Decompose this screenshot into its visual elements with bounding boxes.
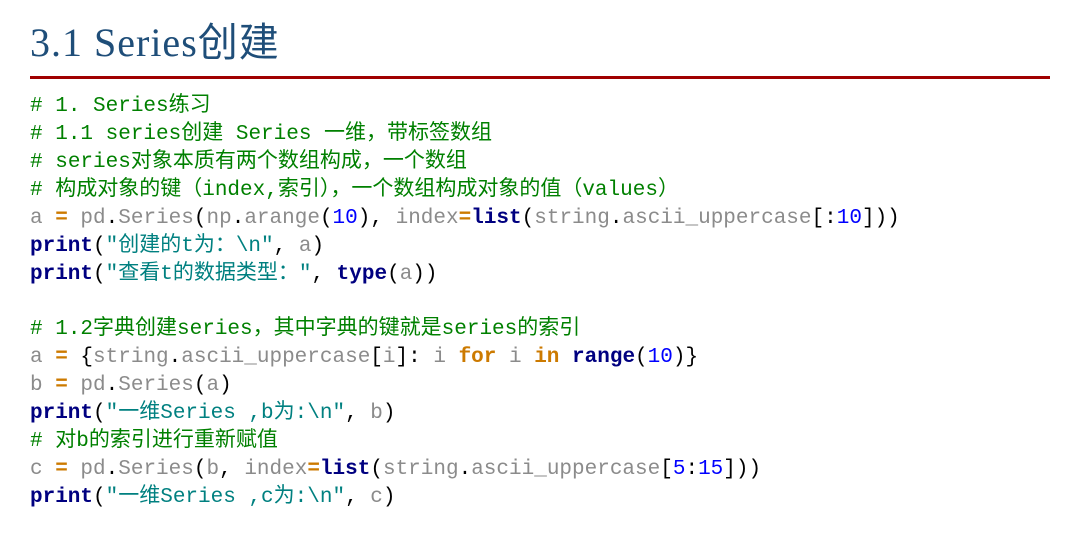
code-line: print("查看t的数据类型：", type(a)) bbox=[30, 263, 438, 286]
comment-line: # 构成对象的键（index,索引），一个数组构成对象的值（values） bbox=[30, 179, 679, 202]
comment-line: # 对b的索引进行重新赋值 bbox=[30, 430, 278, 453]
code-block: # 1. Series练习 # 1.1 series创建 Series 一维，带… bbox=[0, 89, 1080, 516]
code-line: print("一维Series ,b为:\n", b) bbox=[30, 402, 396, 425]
code-line: print("一维Series ,c为:\n", c) bbox=[30, 486, 396, 509]
comment-line: # series对象本质有两个数组构成，一个数组 bbox=[30, 151, 467, 174]
comment-line: # 1.1 series创建 Series 一维，带标签数组 bbox=[30, 123, 492, 146]
code-line: c = pd.Series(b, index=list(string.ascii… bbox=[30, 458, 761, 481]
code-line: print("创建的t为：\n", a) bbox=[30, 235, 324, 258]
code-line: b = pd.Series(a) bbox=[30, 374, 232, 397]
title-underline bbox=[30, 76, 1050, 79]
comment-line: # 1.2字典创建series，其中字典的键就是series的索引 bbox=[30, 318, 580, 341]
blank-line bbox=[30, 290, 43, 313]
comment-line: # 1. Series练习 bbox=[30, 95, 211, 118]
code-line: a = {string.ascii_uppercase[i]: i for i … bbox=[30, 346, 698, 369]
section-title: 3.1 Series创建 bbox=[0, 0, 1080, 76]
code-line: a = pd.Series(np.arange(10), index=list(… bbox=[30, 207, 900, 230]
